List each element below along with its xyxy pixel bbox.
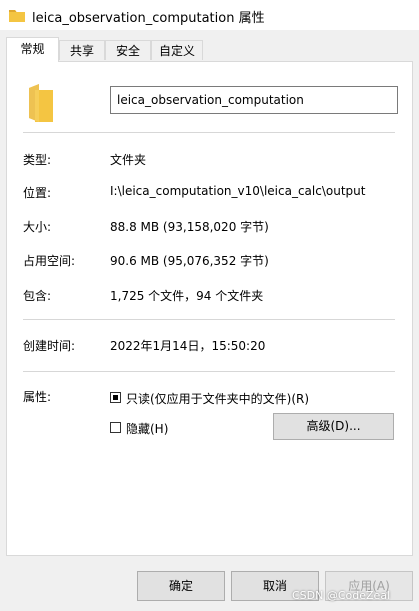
tab-security[interactable]: 安全 (105, 40, 151, 60)
size-on-disk-label: 占用空间: (23, 254, 76, 268)
general-panel: 类型: 文件夹 位置: I:\leica_computation_v10\lei… (6, 61, 413, 556)
ok-button[interactable]: 确定 (137, 571, 225, 601)
folder-name-input[interactable] (110, 86, 398, 114)
tab-sharing[interactable]: 共享 (59, 40, 105, 60)
location-label: 位置: (23, 186, 52, 200)
readonly-label[interactable]: 只读(仅应用于文件夹中的文件)(R) (126, 390, 309, 407)
title-bar: leica_observation_computation 属性 (0, 0, 419, 30)
separator (23, 319, 395, 320)
contains-label: 包含: (23, 289, 52, 303)
location-value: I:\leica_computation_v10\leica_calc\outp… (110, 184, 366, 198)
advanced-button[interactable]: 高级(D)... (273, 413, 394, 440)
hidden-label[interactable]: 隐藏(H) (126, 420, 168, 437)
attributes-label: 属性: (23, 390, 52, 404)
type-value: 文件夹 (110, 153, 147, 167)
folder-large-icon (27, 82, 55, 127)
separator (23, 371, 395, 372)
created-value: 2022年1月14日，15:50:20 (110, 339, 266, 353)
watermark: CSDN @CodeZeal (292, 589, 391, 602)
tab-strip: 常规 共享 安全 自定义 (6, 37, 412, 62)
tab-general[interactable]: 常规 (6, 37, 59, 62)
contains-value: 1,725 个文件，94 个文件夹 (110, 289, 264, 303)
size-label: 大小: (23, 220, 52, 234)
type-label: 类型: (23, 153, 52, 167)
size-value: 88.8 MB (93,158,020 字节) (110, 220, 269, 234)
readonly-checkbox[interactable] (110, 392, 121, 403)
window-title: leica_observation_computation 属性 (32, 11, 265, 26)
size-on-disk-value: 90.6 MB (95,076,352 字节) (110, 254, 269, 268)
separator (23, 132, 395, 133)
created-label: 创建时间: (23, 339, 76, 353)
tab-customize[interactable]: 自定义 (151, 40, 203, 60)
hidden-checkbox[interactable] (110, 422, 121, 433)
folder-icon (8, 7, 26, 23)
